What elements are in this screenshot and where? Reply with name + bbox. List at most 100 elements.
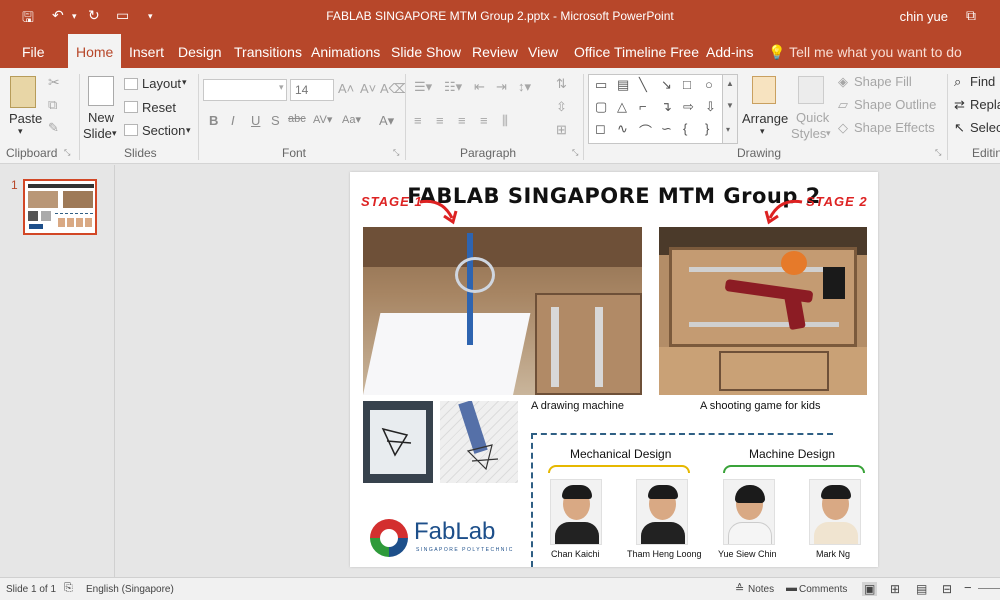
arrange-icon[interactable] [752, 76, 776, 104]
member-photo-chan[interactable] [550, 479, 602, 545]
normal-view-icon[interactable]: ▣ [862, 582, 878, 596]
new-slide-label-1[interactable]: New [88, 110, 114, 125]
shapes-gallery[interactable]: ▭ ▤ ╲ ↘ □ ○ ▢ △ ⌐ ↴ ⇨ ⇩ ◻ ∿ ⌒ ∽ { } [588, 74, 738, 144]
right-arrow-shape-icon[interactable]: ⇨ [683, 99, 694, 115]
paste-dropdown-icon[interactable]: ▾ [18, 126, 23, 137]
bold-icon[interactable]: B [209, 113, 218, 128]
rounded-rect-shape-icon[interactable]: ▢ [595, 99, 607, 115]
layout-dropdown-icon[interactable]: ▾ [182, 77, 187, 88]
gallery-scroll-down-icon[interactable]: ▼ [726, 101, 734, 110]
slide-thumbnail[interactable] [23, 179, 97, 235]
tab-transitions[interactable]: Transitions [234, 34, 302, 68]
tab-animations[interactable]: Animations [311, 34, 380, 68]
team-mechanical-heading[interactable]: Mechanical Design [570, 447, 671, 461]
member-photo-tham[interactable] [636, 479, 688, 545]
freeform-shape-icon[interactable]: ∿ [617, 121, 628, 137]
bullets-icon[interactable]: ☰▾ [414, 79, 432, 95]
arc-shape-icon[interactable]: ⌒ [639, 121, 652, 140]
tab-review[interactable]: Review [472, 34, 518, 68]
tab-home[interactable]: Home [68, 34, 122, 68]
shadow-icon[interactable]: S [271, 113, 280, 128]
tab-file[interactable]: File [22, 34, 45, 68]
strikethrough-icon[interactable]: abc [288, 113, 306, 125]
member-name-chan[interactable]: Chan Kaichi [551, 549, 600, 559]
fablab-logo-icon[interactable] [368, 517, 410, 559]
increase-indent-icon[interactable]: ⇥ [496, 79, 507, 95]
select-button[interactable]: Selec [970, 120, 1000, 135]
smartart-icon[interactable]: ⊞ [556, 122, 567, 138]
tab-add-ins[interactable]: Add-ins [706, 34, 753, 68]
tab-insert[interactable]: Insert [129, 34, 164, 68]
layout-icon[interactable] [124, 78, 138, 90]
replace-icon[interactable]: ⇄ [954, 97, 965, 113]
copy-icon[interactable]: ⧉ [48, 97, 57, 113]
numbering-icon[interactable]: ☷▾ [444, 79, 462, 95]
font-name-dropdown-icon[interactable]: ▾ [279, 82, 284, 93]
character-spacing-icon[interactable]: AV▾ [313, 113, 332, 126]
reset-icon[interactable] [124, 101, 138, 113]
tab-office-timeline[interactable]: Office Timeline Free [574, 34, 699, 68]
drawing-result-photo[interactable] [363, 401, 433, 483]
tab-design[interactable]: Design [178, 34, 222, 68]
line-spacing-icon[interactable]: ↕▾ [518, 79, 531, 95]
gallery-scroll-up-icon[interactable]: ▲ [726, 79, 734, 88]
shape-effects-button[interactable]: Shape Effects [854, 120, 935, 135]
new-slide-label-2[interactable]: Slide [83, 126, 112, 141]
team-machine-heading[interactable]: Machine Design [749, 447, 835, 461]
new-slide-dropdown-icon[interactable]: ▾ [112, 128, 117, 139]
vertical-textbox-shape-icon[interactable]: ▤ [617, 77, 629, 93]
gallery-more-icon[interactable]: ▾ [726, 125, 730, 134]
paste-button[interactable]: Paste [9, 111, 42, 126]
slideshow-view-icon[interactable]: ⊟ [942, 582, 952, 596]
zoom-slider[interactable] [978, 588, 1000, 589]
spelling-icon[interactable]: ⎘ [64, 582, 73, 595]
reset-button[interactable]: Reset [142, 100, 176, 115]
font-color-icon[interactable]: A▾ [379, 113, 394, 129]
font-launcher-icon[interactable]: ⤡ [393, 148, 399, 158]
notes-icon[interactable]: ≙ [735, 582, 744, 595]
find-button[interactable]: Find [970, 74, 995, 89]
decrease-indent-icon[interactable]: ⇤ [474, 79, 485, 95]
arrow-line-shape-icon[interactable]: ↘ [661, 77, 672, 93]
callout-shape-icon[interactable]: ◻ [595, 121, 606, 137]
fablab-logo-text[interactable]: FabLab [414, 518, 495, 546]
elbow-connector-shape-icon[interactable]: ⌐ [639, 99, 647, 114]
quick-styles-dropdown-icon[interactable]: ▾ [826, 128, 831, 139]
tab-view[interactable]: View [528, 34, 558, 68]
underline-icon[interactable]: U [251, 113, 260, 128]
ribbon-display-options-icon[interactable]: ⧉ [966, 7, 976, 24]
curve-shape-icon[interactable]: ∽ [661, 121, 672, 137]
slide-canvas[interactable]: FABLAB SINGAPORE MTM Group 2 STAGE 1 STA… [350, 172, 878, 567]
align-center-icon[interactable]: ≡ [436, 113, 444, 128]
down-arrow-shape-icon[interactable]: ⇩ [705, 99, 716, 115]
slide-sorter-icon[interactable]: ⊞ [890, 582, 900, 596]
quick-styles-label-1[interactable]: Quick [796, 110, 829, 125]
shape-fill-button[interactable]: Shape Fill [854, 74, 912, 89]
comments-button[interactable]: Comments [799, 584, 847, 595]
font-name-combo[interactable] [203, 79, 287, 101]
find-icon[interactable]: ⌕ [954, 74, 961, 90]
member-photo-yue[interactable] [723, 479, 775, 545]
arrange-dropdown-icon[interactable]: ▾ [760, 126, 765, 137]
zoom-out-icon[interactable]: − [964, 580, 972, 595]
shape-outline-button[interactable]: Shape Outline [854, 97, 936, 112]
notes-button[interactable]: Notes [748, 584, 774, 595]
new-slide-icon[interactable] [88, 76, 114, 106]
align-right-icon[interactable]: ≡ [458, 113, 466, 128]
section-icon[interactable] [124, 124, 138, 136]
replace-button[interactable]: Repla [970, 97, 1000, 112]
italic-icon[interactable]: I [231, 113, 235, 128]
clipboard-launcher-icon[interactable]: ⤡ [64, 148, 70, 158]
change-case-icon[interactable]: Aa▾ [342, 113, 361, 126]
elbow-arrow-shape-icon[interactable]: ↴ [661, 99, 672, 115]
format-painter-icon[interactable]: ✎ [48, 120, 59, 136]
drawing-machine-photo[interactable] [363, 227, 642, 395]
shape-effects-icon[interactable]: ◇ [838, 120, 848, 136]
align-text-icon[interactable]: ⇳ [556, 99, 567, 115]
triangle-shape-icon[interactable]: △ [617, 99, 627, 115]
layout-button[interactable]: Layout [142, 76, 181, 91]
shrink-font-icon[interactable]: A˅ [360, 81, 376, 96]
shooting-game-photo[interactable] [659, 227, 867, 395]
section-dropdown-icon[interactable]: ▾ [186, 125, 191, 136]
shape-fill-icon[interactable]: ◈ [838, 74, 848, 90]
